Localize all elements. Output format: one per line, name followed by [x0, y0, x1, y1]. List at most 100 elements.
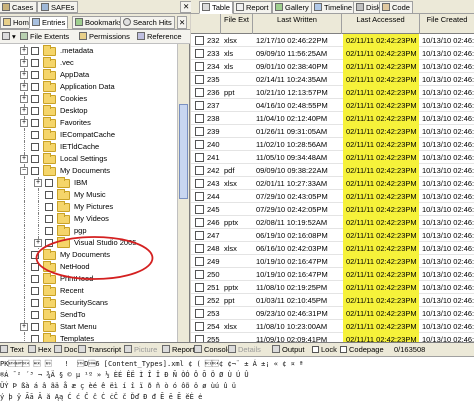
tree-item[interactable]: IETldCache — [0, 141, 178, 153]
row-checkbox[interactable] — [195, 127, 204, 136]
row-checkbox[interactable] — [195, 296, 204, 305]
row-checkbox[interactable] — [195, 114, 204, 123]
tab-safes[interactable]: SAFEs — [37, 1, 79, 13]
expand-icon[interactable]: + — [20, 83, 28, 91]
expand-icon[interactable]: + — [20, 155, 28, 163]
tab-bookmarks[interactable]: Bookmarks — [72, 16, 126, 29]
tab-cases[interactable]: Cases — [0, 1, 38, 13]
tree-item[interactable]: pgp — [0, 225, 178, 237]
row-checkbox[interactable] — [195, 179, 204, 188]
table-row[interactable]: 247 06/19/10 02:16:08PM 02/11/11 02:42:23P… — [191, 229, 474, 242]
tab-details[interactable]: Details — [226, 344, 263, 356]
tree-item[interactable]: + Application Data — [0, 81, 178, 93]
table-row[interactable]: 248 xlsx 06/16/10 02:42:03PM 02/11/11 02:42… — [191, 242, 474, 255]
tree-checkbox[interactable] — [45, 191, 53, 199]
tree-checkbox[interactable] — [31, 263, 39, 271]
row-checkbox[interactable] — [195, 205, 204, 214]
tree-item[interactable]: SendTo — [0, 309, 178, 321]
tree-item[interactable]: IECompatCache — [0, 129, 178, 141]
table-row[interactable]: 237 04/16/10 02:48:55PM 02/11/11 02:42:23P… — [191, 99, 474, 112]
tree-item[interactable]: + Start Menu — [0, 321, 178, 333]
tree-checkbox[interactable] — [31, 131, 39, 139]
tab-text[interactable]: Text — [0, 344, 26, 356]
tab-report[interactable]: Report — [233, 1, 272, 14]
tree-item[interactable]: − My Documents — [0, 165, 178, 177]
tree-checkbox[interactable] — [31, 83, 39, 91]
tree-item[interactable]: + Cookies — [0, 93, 178, 105]
row-checkbox[interactable] — [195, 309, 204, 318]
row-checkbox[interactable] — [195, 192, 204, 201]
table-row[interactable]: 246 pptx 02/08/11 10:19:52AM 02/11/11 02:42… — [191, 216, 474, 229]
tree-item[interactable]: + .vec — [0, 57, 178, 69]
expand-icon[interactable]: + — [20, 59, 28, 67]
tab-position[interactable]: 0/163508 — [392, 344, 427, 356]
permissions-button[interactable]: Permissions — [79, 31, 130, 42]
tree-item[interactable]: + Visual Studio 2005 — [0, 237, 178, 249]
tab-code[interactable]: Code — [379, 1, 413, 14]
tab-picture[interactable]: Picture — [122, 344, 159, 356]
tree-checkbox[interactable] — [45, 203, 53, 211]
expand-icon[interactable]: + — [20, 47, 28, 55]
view-menu-button[interactable]: ▾ — [2, 31, 16, 42]
tab-hex[interactable]: Hex — [26, 344, 53, 356]
tree-checkbox[interactable] — [31, 311, 39, 319]
col-header-last-written[interactable]: Last Written — [253, 14, 342, 34]
table-row[interactable]: 252 ppt 01/03/11 02:10:45PM 02/11/11 02:42:… — [191, 294, 474, 307]
tree-checkbox[interactable] — [45, 179, 53, 187]
tree-checkbox[interactable] — [45, 239, 53, 247]
table-row[interactable]: 240 11/02/10 10:28:56AM 02/11/11 02:42:23P… — [191, 138, 474, 151]
expand-icon[interactable]: + — [20, 107, 28, 115]
expand-icon[interactable]: + — [20, 323, 28, 331]
tree-item[interactable]: + IBM — [0, 177, 178, 189]
tree-item[interactable]: + Local Settings — [0, 153, 178, 165]
row-checkbox[interactable] — [195, 257, 204, 266]
tree-checkbox[interactable] — [31, 47, 39, 55]
tab-timeline[interactable]: Timeline — [311, 1, 356, 14]
tree-checkbox[interactable] — [31, 71, 39, 79]
row-checkbox[interactable] — [195, 36, 204, 45]
table-row[interactable]: 238 11/04/10 02:12:40PM 02/11/11 02:42:23P… — [191, 112, 474, 125]
expand-icon[interactable]: + — [34, 179, 42, 187]
tab-output[interactable]: Output — [270, 344, 307, 356]
table-row[interactable]: 241 11/05/10 09:34:48AM 02/11/11 02:42:23P… — [191, 151, 474, 164]
row-checkbox[interactable] — [195, 231, 204, 240]
tree-checkbox[interactable] — [31, 251, 39, 259]
table-row[interactable]: 232 xlsx 12/17/10 02:46:22PM 02/11/11 02:42… — [191, 34, 474, 47]
tree-item[interactable]: Templates — [0, 333, 178, 342]
col-header-last-accessed[interactable]: Last Accessed — [342, 14, 420, 34]
tree-checkbox[interactable] — [31, 119, 39, 127]
close-left-button[interactable]: ✕ — [177, 16, 188, 29]
tree-item[interactable]: + .metadata — [0, 45, 178, 57]
tree-checkbox[interactable] — [45, 227, 53, 235]
expand-icon[interactable]: + — [20, 95, 28, 103]
tree-checkbox[interactable] — [31, 59, 39, 67]
table-row[interactable]: 245 07/29/10 02:42:05PM 02/11/11 02:42:23P… — [191, 203, 474, 216]
table-row[interactable]: 243 xlsx 02/01/11 10:27:33AM 02/11/11 02:42… — [191, 177, 474, 190]
tree-item[interactable]: My Documents — [0, 249, 178, 261]
row-checkbox[interactable] — [195, 88, 204, 97]
tab-gallery[interactable]: Gallery — [272, 1, 312, 14]
row-checkbox[interactable] — [195, 166, 204, 175]
tree-checkbox[interactable] — [45, 215, 53, 223]
col-header-file-created[interactable]: File Created — [420, 14, 474, 34]
row-checkbox[interactable] — [195, 140, 204, 149]
table-row[interactable]: 249 10/19/10 02:16:47PM 02/11/11 02:42:23P… — [191, 255, 474, 268]
row-checkbox[interactable] — [195, 153, 204, 162]
tree-item[interactable]: My Pictures — [0, 201, 178, 213]
row-checkbox[interactable] — [195, 283, 204, 292]
table-row[interactable]: 255 11/09/10 02:09:41PM 02/11/11 02:42:23P… — [191, 333, 474, 342]
tab-lock[interactable]: Lock — [310, 344, 339, 356]
row-checkbox[interactable] — [195, 218, 204, 227]
tree-checkbox[interactable] — [31, 287, 39, 295]
tree-item[interactable]: PrintHood — [0, 273, 178, 285]
row-checkbox[interactable] — [195, 75, 204, 84]
table-row[interactable]: 251 pptx 11/08/10 02:19:25PM 02/11/11 02:42… — [191, 281, 474, 294]
tree-checkbox[interactable] — [31, 155, 39, 163]
table-row[interactable]: 234 xls 09/01/10 02:38:40PM 02/11/11 02:42:… — [191, 60, 474, 73]
tree-item[interactable]: Recent — [0, 285, 178, 297]
tab-transcript[interactable]: Transcript — [76, 344, 123, 356]
tree-checkbox[interactable] — [31, 275, 39, 283]
row-checkbox[interactable] — [195, 101, 204, 110]
table-row[interactable]: 242 pdf 09/09/10 09:38:22AM 02/11/11 02:42:… — [191, 164, 474, 177]
tree-item[interactable]: + Favorites — [0, 117, 178, 129]
